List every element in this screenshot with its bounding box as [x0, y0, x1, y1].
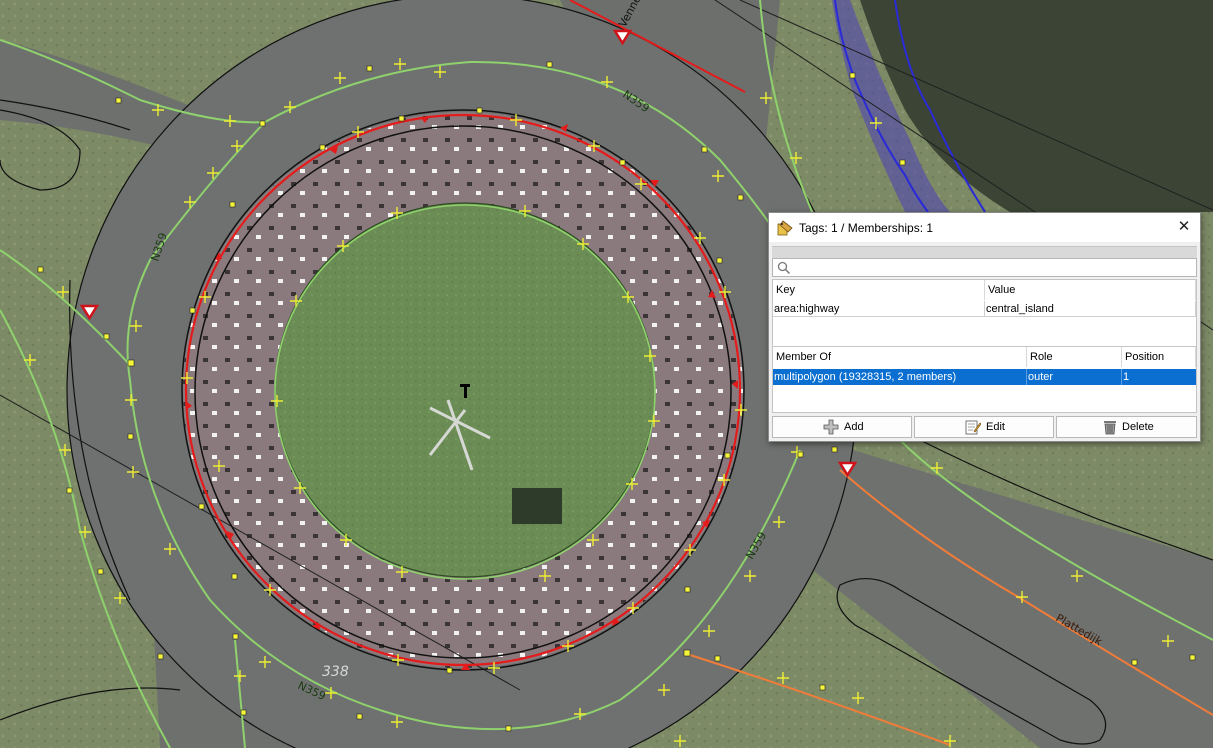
dialog-titlebar[interactable]: Tags: 1 / Memberships: 1 ✕ [769, 213, 1200, 242]
search-icon [777, 261, 791, 275]
column-header-role[interactable]: Role [1027, 347, 1122, 367]
search-field[interactable] [772, 258, 1197, 277]
close-button[interactable]: ✕ [1172, 216, 1196, 238]
add-button-label: Add [844, 421, 864, 433]
add-button[interactable]: Add [772, 416, 912, 438]
delete-button[interactable]: Delete [1056, 416, 1197, 438]
membership-relation-cell[interactable]: multipolygon (19328315, 2 members) [773, 369, 1027, 385]
delete-button-label: Delete [1122, 421, 1154, 433]
search-input[interactable] [795, 260, 1194, 277]
plus-icon [823, 419, 839, 435]
column-header-member-of[interactable]: Member Of [773, 347, 1027, 367]
shadow-patch [512, 488, 562, 524]
column-header-value[interactable]: Value [985, 280, 1196, 300]
tag-editor-dialog: Tags: 1 / Memberships: 1 ✕ Key Value are… [768, 212, 1201, 442]
tags-table: Key Value area:highway central_island [772, 279, 1197, 347]
dialog-title: Tags: 1 / Memberships: 1 [799, 221, 934, 235]
membership-position-cell[interactable]: 1 [1122, 369, 1196, 385]
tag-editor-icon [777, 220, 793, 236]
tag-value-cell[interactable]: central_island [985, 301, 1196, 317]
membership-role-cell[interactable]: outer [1027, 369, 1122, 385]
house-number-label: 338 [322, 664, 349, 680]
column-header-key[interactable]: Key [773, 280, 985, 300]
edit-icon [965, 420, 981, 435]
column-header-position[interactable]: Position [1122, 347, 1196, 367]
memberships-table: Member Of Role Position multipolygon (19… [772, 347, 1197, 413]
tag-key-cell[interactable]: area:highway [773, 301, 985, 317]
edit-button-label: Edit [986, 421, 1005, 433]
edit-button[interactable]: Edit [914, 416, 1054, 438]
trash-icon [1104, 421, 1116, 435]
